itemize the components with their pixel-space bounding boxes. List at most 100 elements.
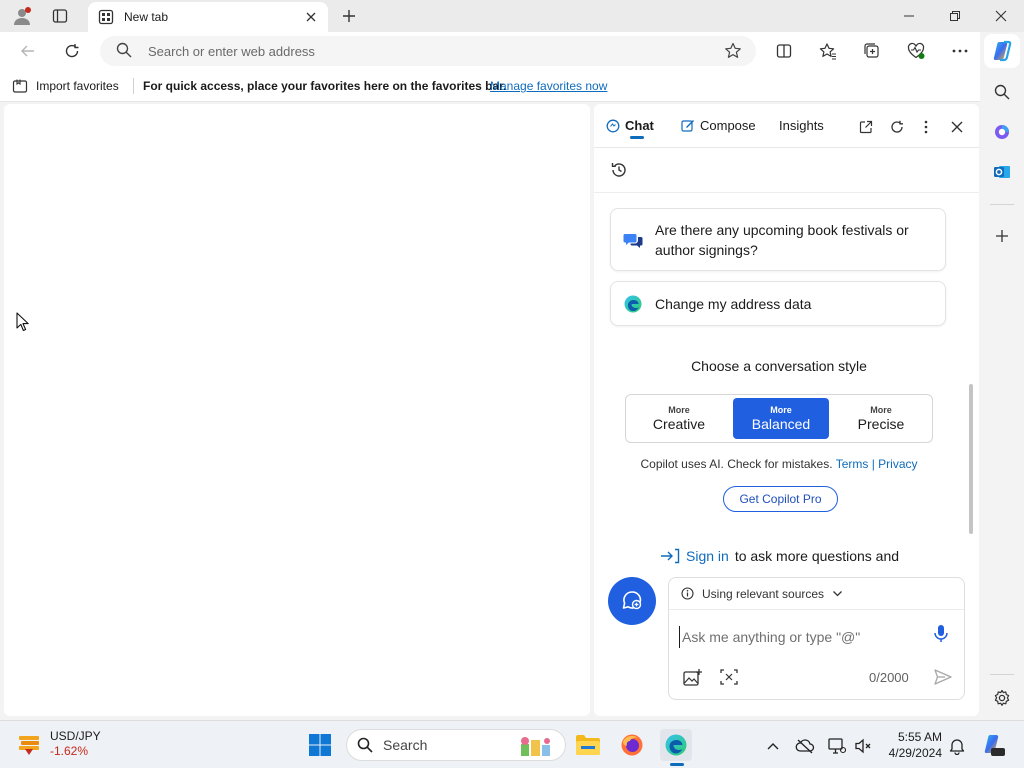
close-pane-icon[interactable] [947, 117, 967, 137]
compose-pen-icon [681, 119, 694, 132]
send-icon[interactable] [933, 668, 953, 686]
new-tab-page-icon [98, 9, 114, 25]
minimize-button[interactable] [886, 0, 932, 32]
tab-new-tab[interactable]: New tab [88, 2, 328, 32]
notifications-bell-icon[interactable] [946, 735, 968, 757]
style-name-label: Creative [652, 416, 706, 432]
ticker-change: -1.62% [50, 744, 89, 758]
suggestion-book-festivals[interactable]: Are there any upcoming book festivals or… [610, 208, 946, 271]
show-hidden-icons-chevron-up-icon[interactable] [762, 735, 784, 757]
stock-text: USD/JPY -1.62% [50, 729, 101, 759]
character-counter: 0/2000 [869, 670, 909, 685]
style-balanced-button[interactable]: More Balanced [733, 398, 829, 439]
import-icon [12, 79, 28, 93]
favorites-bar: Import favorites For quick access, place… [0, 70, 980, 102]
onedrive-offline-icon[interactable] [794, 735, 816, 757]
sidebar-divider-bottom [990, 674, 1014, 675]
clock-time: 5:55 AM [897, 730, 942, 744]
copilot-conversation[interactable]: Are there any upcoming book festivals or… [594, 194, 979, 566]
suggestion-text: Change my address data [655, 295, 812, 312]
screenshot-capture-icon[interactable] [719, 668, 739, 686]
style-more-label: More [870, 405, 892, 415]
taskbar-clock[interactable]: 5:55 AM 4/29/2024 [882, 729, 942, 761]
sign-in-link[interactable]: Sign in [686, 548, 729, 564]
pane-scrollbar[interactable] [969, 384, 973, 534]
refresh-chat-icon[interactable] [887, 117, 907, 137]
ai-disclaimer: Copilot uses AI. Check for mistakes. Ter… [594, 457, 964, 471]
tab-insights-label: Insights [779, 118, 824, 133]
search-icon [116, 42, 132, 58]
profile-icon[interactable] [10, 4, 34, 28]
add-image-icon[interactable] [683, 668, 703, 686]
pane-more-options-icon[interactable] [916, 117, 936, 137]
favorites-message: For quick access, place your favorites h… [143, 79, 507, 93]
tab-insights[interactable]: Insights [779, 118, 824, 133]
close-window-button[interactable] [978, 0, 1024, 32]
restore-button[interactable] [932, 0, 978, 32]
more-options-icon[interactable] [946, 38, 974, 64]
relevant-sources-toggle[interactable]: Using relevant sources [669, 578, 964, 610]
chat-input-box: Using relevant sources 0/2000 [668, 577, 965, 700]
address-input[interactable]: Search or enter web address [148, 44, 315, 59]
history-icon[interactable] [610, 161, 628, 179]
volume-muted-icon[interactable] [852, 735, 874, 757]
tab-actions-icon[interactable] [48, 4, 72, 28]
conversation-style-heading: Choose a conversation style [691, 358, 867, 374]
add-favorite-star-icon[interactable] [724, 42, 742, 60]
search-icon [357, 737, 373, 753]
firefox-icon[interactable] [616, 729, 648, 761]
import-favorites-button[interactable]: Import favorites [12, 78, 119, 94]
windows-logo-icon [309, 734, 331, 756]
split-screen-icon[interactable] [770, 38, 798, 64]
open-in-new-tab-icon[interactable] [856, 117, 876, 137]
search-icon[interactable] [988, 78, 1016, 106]
start-button[interactable] [304, 729, 336, 761]
display-icon[interactable] [826, 735, 848, 757]
chevron-down-icon [833, 591, 843, 597]
sign-in-text: to ask more questions and [734, 548, 900, 564]
tab-chat-label: Chat [625, 118, 654, 133]
new-topic-button[interactable] [608, 577, 656, 625]
clock-date: 4/29/2024 [888, 746, 942, 760]
browser-essentials-icon[interactable] [902, 38, 930, 64]
mouse-cursor-icon [16, 312, 29, 332]
new-tab-button[interactable] [337, 4, 361, 28]
copilot-icon[interactable] [984, 34, 1020, 68]
sidebar-divider [990, 204, 1014, 205]
web-page-content[interactable] [4, 104, 590, 716]
terms-link[interactable]: Terms [836, 457, 869, 471]
tab-compose[interactable]: Compose [681, 118, 756, 133]
close-tab-icon[interactable] [302, 8, 320, 26]
back-button[interactable] [14, 38, 42, 64]
copilot-preview-taskbar-icon[interactable] [980, 732, 1006, 758]
style-precise-button[interactable]: More Precise [833, 398, 929, 439]
suggestion-change-address[interactable]: Change my address data [610, 281, 946, 326]
collections-icon[interactable] [858, 38, 886, 64]
copilot-header: Chat Compose Insights [594, 104, 979, 148]
get-copilot-pro-button[interactable]: Get Copilot Pro [723, 486, 838, 512]
microsoft365-icon[interactable] [988, 118, 1016, 146]
file-explorer-icon[interactable] [572, 729, 604, 761]
favorites-icon[interactable] [814, 38, 842, 64]
link-separator: | [871, 457, 875, 471]
ticker-name: USD/JPY [50, 729, 101, 743]
privacy-link[interactable]: Privacy [878, 457, 917, 471]
refresh-button[interactable] [58, 38, 86, 64]
style-creative-button[interactable]: More Creative [631, 398, 727, 439]
add-sidebar-app-icon[interactable] [988, 222, 1016, 250]
taskbar-search[interactable]: Search [346, 729, 566, 761]
outlook-icon[interactable] [988, 158, 1016, 186]
microphone-icon[interactable] [933, 624, 949, 644]
edge-logo-icon [624, 295, 642, 312]
stock-widget[interactable]: USD/JPY -1.62% [16, 729, 101, 759]
new-topic-chat-icon [622, 591, 642, 610]
address-bar[interactable]: Search or enter web address [100, 36, 756, 66]
manage-favorites-link[interactable]: Manage favorites now [490, 79, 607, 93]
taskbar-search-label: Search [383, 737, 428, 753]
sidebar-settings-gear-icon[interactable] [988, 684, 1016, 712]
edge-taskbar-icon[interactable] [660, 729, 692, 761]
tab-chat[interactable]: Chat [606, 118, 654, 133]
style-name-label: Balanced [751, 416, 811, 432]
ask-input[interactable] [679, 626, 919, 648]
chat-icon [606, 119, 620, 132]
